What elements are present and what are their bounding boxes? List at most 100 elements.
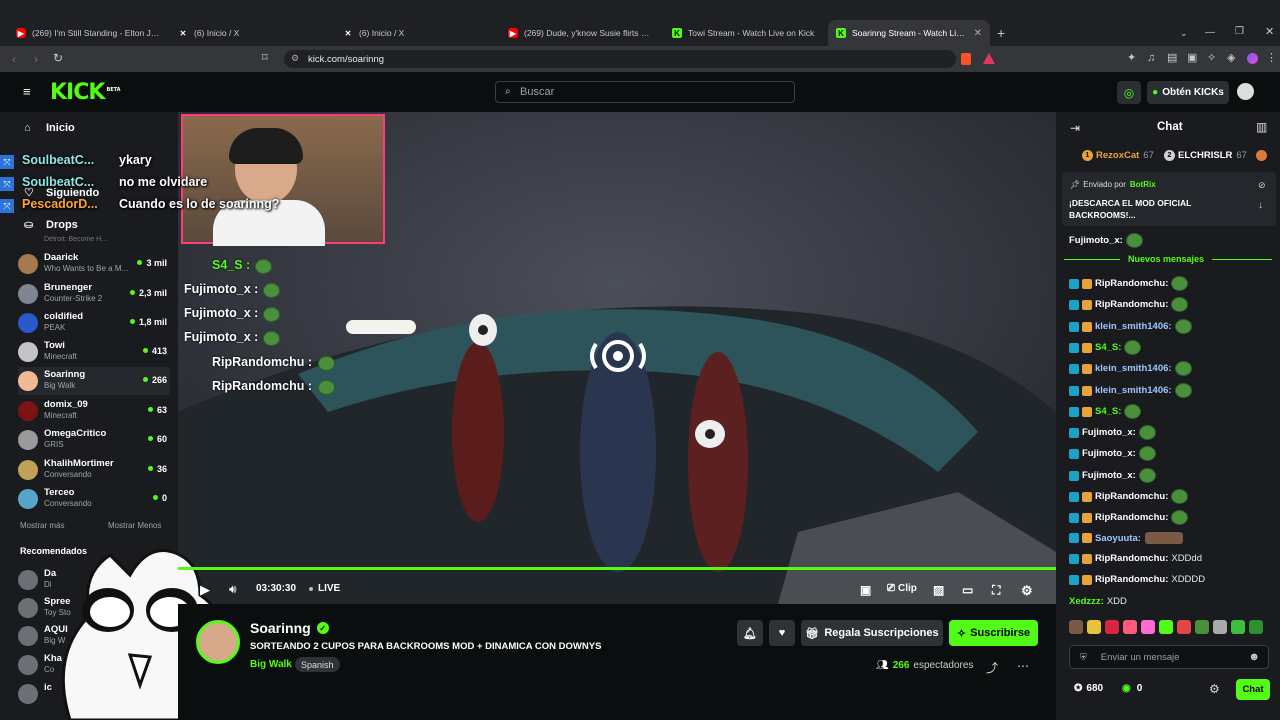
browser-tab[interactable]: ▶ (269) I'm Still Standing - Elton John s [8, 20, 170, 46]
channel-points[interactable]: ◉ 0 [1122, 683, 1142, 694]
sidebar-channel[interactable]: Daarick Who Wants to Be a M... 3 mil [18, 250, 170, 278]
get-kicks-button[interactable]: ● Obtén KICKs [1147, 81, 1229, 104]
theater-mode-icon[interactable]: ▣ [860, 583, 871, 597]
sidebar-item-drops[interactable]: ⛀ Drops [24, 218, 78, 232]
emote-icon[interactable] [1159, 620, 1173, 634]
follow-heart-icon[interactable]: ♥ [769, 620, 795, 646]
sidebar-channel[interactable]: OmegaCritico GRIS 60 [18, 426, 170, 454]
emote-icon[interactable] [1105, 620, 1119, 634]
chat-username[interactable]: S4_S: [1095, 406, 1121, 417]
tab-search-icon[interactable]: ⌄ [1180, 27, 1188, 39]
emote-icon[interactable] [1249, 620, 1263, 634]
browser-tab[interactable]: ✕ (6) Inicio / X [335, 20, 500, 46]
browser-tab[interactable]: ▶ (269) Dude, y'know Susie flirts with E [500, 20, 662, 46]
emote-icon[interactable] [1141, 620, 1155, 634]
user-avatar[interactable] [1237, 83, 1254, 100]
emote-icon[interactable] [1087, 620, 1101, 634]
close-window-icon[interactable]: ✕ [1265, 26, 1274, 38]
sidebar-channel[interactable]: Terceo Conversando 0 [18, 485, 170, 513]
streamer-avatar[interactable] [196, 620, 240, 664]
vpn-icon[interactable]: ◈ [1227, 52, 1235, 64]
kicks-balance[interactable]: ✪ 680 [1074, 683, 1103, 694]
share-icon[interactable]: ⤴ [986, 659, 998, 676]
emote-icon[interactable] [1231, 620, 1245, 634]
chat-username[interactable]: RipRandomchu: [1095, 553, 1168, 564]
emote-icon[interactable] [1195, 620, 1209, 634]
show-more-link[interactable]: Mostrar más [20, 521, 64, 530]
new-tab-icon[interactable]: + [997, 26, 1005, 40]
gift-subs-button[interactable]: 🎁︎ Regala Suscripciones [801, 620, 943, 646]
browser-tab[interactable]: ✕ (6) Inicio / X [170, 20, 335, 46]
more-options-icon[interactable]: ⋯ [1017, 659, 1029, 673]
chat-username[interactable]: klein_smith1406: [1095, 321, 1172, 332]
maximize-icon[interactable]: ❐ [1235, 26, 1244, 38]
kicks-store-icon[interactable]: ◎ [1117, 81, 1141, 104]
chat-username[interactable]: Fujimoto_x: [1082, 470, 1136, 481]
notification-bell-icon[interactable]: 🔔︎ [737, 620, 763, 646]
menu-icon[interactable]: ⋮ [1266, 52, 1277, 64]
sidebar-toggle-icon[interactable]: ▤ [1167, 52, 1177, 64]
site-info-icon[interactable]: ⚙ [291, 53, 299, 64]
streamer-name[interactable]: Soarinng ✓ [250, 620, 329, 636]
sidebar-channel[interactable]: Brunenger Counter-Strike 2 2,3 mil [18, 280, 170, 308]
brave-shield-icon[interactable] [961, 53, 971, 65]
pip-icon[interactable]: ▭ [962, 583, 973, 597]
sidebar-channel[interactable]: KhalihMortimer Conversando 36 [18, 456, 170, 484]
brave-rewards-icon[interactable] [983, 53, 995, 64]
chat-username[interactable]: RipRandomchu: [1095, 512, 1168, 523]
emote-icon[interactable] [1069, 620, 1083, 634]
hide-pinned-icon[interactable]: ⊘ [1258, 180, 1266, 191]
category-link[interactable]: Big Walk [250, 659, 292, 670]
collapse-chat-icon[interactable]: ⇥ [1070, 121, 1080, 135]
chat-username[interactable]: Saoyuuta: [1095, 533, 1141, 544]
chat-username[interactable]: RipRandomchu: [1095, 278, 1168, 289]
browser-tab-active[interactable]: K Soarinng Stream - Watch Live on ✕ [828, 20, 990, 46]
chat-username[interactable]: Fujimoto_x: [1082, 448, 1136, 459]
chat-settings-icon[interactable]: ▥ [1256, 120, 1267, 134]
reload-icon[interactable]: ↻ [53, 52, 63, 64]
browser-tab[interactable]: K Towi Stream - Watch Live on Kick [664, 20, 826, 46]
show-less-link[interactable]: Mostrar Menos [108, 521, 161, 530]
back-icon[interactable]: ‹ [12, 53, 16, 65]
minimize-icon[interactable]: — [1205, 27, 1215, 39]
send-chat-button[interactable]: Chat [1236, 679, 1270, 700]
sidebar-channel[interactable]: Towi Minecraft 413 [18, 338, 170, 366]
chat-username[interactable]: RipRandomchu: [1095, 491, 1168, 502]
chat-username[interactable]: RipRandomchu: [1095, 574, 1168, 585]
play-icon[interactable]: ▶ [200, 582, 210, 598]
chat-username[interactable]: Xedzzz: [1069, 596, 1104, 607]
profile-avatar[interactable] [1247, 53, 1258, 64]
chat-rules-icon[interactable]: ⛨ [1080, 652, 1087, 663]
forward-icon[interactable]: › [34, 53, 38, 65]
chat-username[interactable]: klein_smith1406: [1095, 363, 1172, 374]
chat-username[interactable]: klein_smith1406: [1095, 385, 1172, 396]
chat-input[interactable]: ⛨ Enviar un mensaje ☻ [1069, 645, 1269, 669]
chat-gear-icon[interactable]: ⚙ [1209, 682, 1220, 696]
pinned-message[interactable]: 📌︎ Enviado por BotRix ¡DESCARCA EL MOD OFI… [1062, 172, 1276, 226]
emoji-icon[interactable]: ☻ [1248, 651, 1260, 663]
subscribe-button[interactable]: ✧ Suscribirse [949, 620, 1038, 646]
emote-icon[interactable] [1177, 620, 1191, 634]
leo-icon[interactable]: ✧ [1207, 52, 1216, 64]
chat-username[interactable]: Fujimoto_x: [1082, 427, 1136, 438]
close-tab-icon[interactable]: ✕ [974, 28, 982, 39]
emote-icon[interactable] [1213, 620, 1227, 634]
media-icon[interactable]: ♫ [1147, 52, 1155, 64]
search-input[interactable]: ⌕ Buscar [495, 81, 795, 103]
extensions-icon[interactable]: ✦ [1127, 52, 1136, 64]
url-field[interactable]: ⚙ kick.com/soarinng [284, 50, 956, 68]
sidebar-channel[interactable]: coldified PEAK 1,8 mil [18, 309, 170, 337]
hamburger-menu-icon[interactable]: ≡ [23, 85, 34, 98]
kick-logo[interactable]: KICK BETA [50, 80, 121, 105]
fullscreen-icon[interactable]: ⛶ [992, 583, 1000, 598]
chat-username[interactable]: S4_S: [1095, 342, 1121, 353]
chat-username[interactable]: RipRandomchu: [1095, 299, 1168, 310]
volume-icon[interactable]: 🔊︎ [229, 582, 237, 597]
language-tag[interactable]: Spanish [295, 657, 340, 672]
emote-icon[interactable] [1123, 620, 1137, 634]
sidebar-channel[interactable]: domix_09 Minecraft 63 [18, 397, 170, 425]
video-progress-bar[interactable] [178, 567, 1056, 570]
sidebar-item-inicio[interactable]: ⌂ Inicio [24, 122, 75, 134]
sidebar-channel[interactable]: Soarinng Big Walk 266 [18, 367, 170, 395]
settings-gear-icon[interactable]: ⚙ [1021, 583, 1033, 599]
